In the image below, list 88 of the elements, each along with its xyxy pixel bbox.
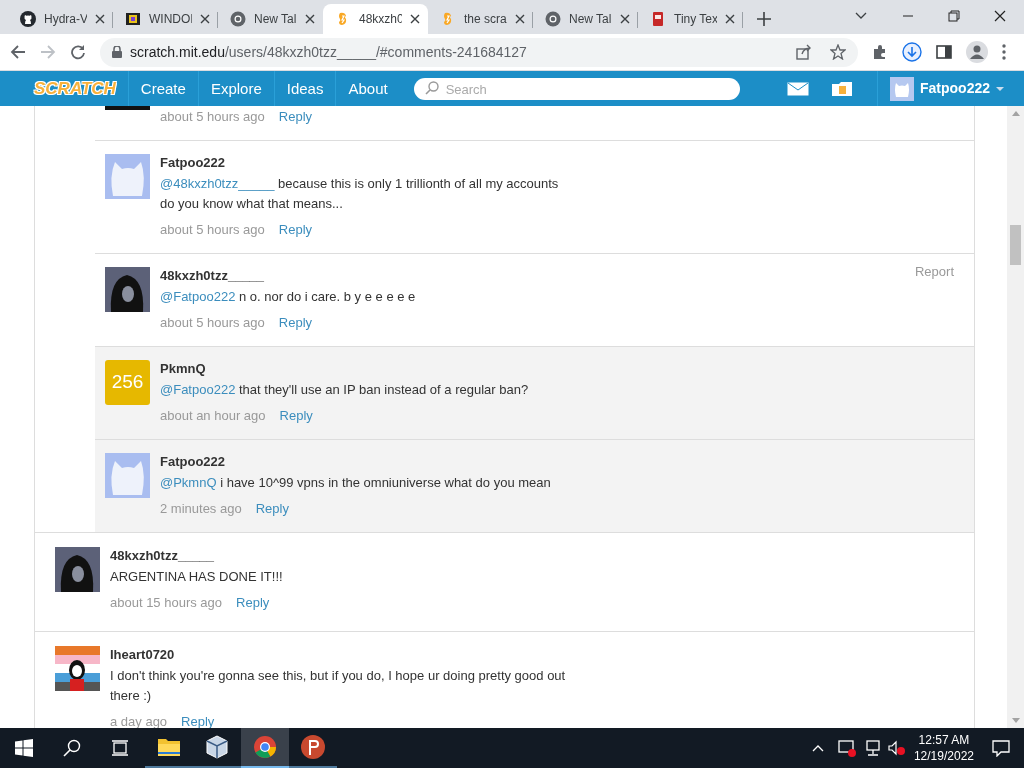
clock-date[interactable]: 12/19/2022	[913, 748, 974, 764]
comment-time: about 5 hours ago	[160, 221, 265, 238]
folder-icon[interactable]	[831, 80, 853, 97]
lock-icon	[112, 46, 122, 58]
comment-author[interactable]: Fatpoo222	[160, 154, 565, 171]
back-icon[interactable]	[10, 44, 26, 60]
url-text: scratch.mit.edu/users/48kxzh0tzz_____/#comments-241684127	[130, 42, 527, 62]
mail-icon[interactable]	[787, 81, 809, 96]
comment-author[interactable]: Fatpoo222	[160, 453, 551, 470]
comment-time: about 5 hours ago	[160, 108, 265, 125]
reply-link[interactable]: Reply	[181, 713, 215, 728]
clock-time[interactable]: 12:57 AM	[918, 732, 970, 748]
comment-text: @PkmnQ i have 10^99 vpns in the omniuniverse what do you mean	[160, 474, 551, 492]
close-icon[interactable]	[95, 14, 105, 24]
restore-icon[interactable]	[948, 10, 960, 22]
reply-link[interactable]: Reply	[255, 500, 289, 517]
mention-link[interactable]: @48kxzh0tzz_____	[160, 176, 275, 191]
sidebar-icon[interactable]	[936, 44, 952, 60]
chrome-icon	[230, 11, 246, 27]
chevron-down-icon[interactable]	[855, 12, 867, 20]
close-icon[interactable]	[994, 10, 1006, 22]
comment-text: @Fatpoo222 that they'll use an IP ban instead of a regular ban?	[160, 381, 529, 399]
close-icon[interactable]	[410, 14, 420, 24]
comment-author[interactable]: 48kxzh0tzz_____	[160, 267, 416, 284]
comment-time: a day ago	[110, 713, 168, 728]
new-tab-icon[interactable]	[757, 12, 771, 26]
chrome-icon	[252, 734, 278, 760]
reply-link[interactable]: Reply	[278, 221, 313, 238]
comment-author[interactable]: PkmnQ	[160, 360, 529, 377]
profile-icon[interactable]	[966, 41, 988, 63]
github-icon	[20, 11, 36, 27]
chevron-up-icon[interactable]	[811, 744, 824, 752]
comment-text: @48kxzh0tzz_____ because this is only 1 trillionth of all my accounts do you know what that means...	[160, 175, 560, 213]
comment-text: @Fatpoo222 n o. nor do i care. b y e e e e e	[160, 288, 416, 306]
share-icon[interactable]	[796, 44, 812, 60]
browser-tab[interactable]: New Tal	[218, 4, 323, 34]
browser-tab[interactable]: the scra	[428, 4, 533, 34]
close-icon[interactable]	[620, 14, 630, 24]
close-icon[interactable]	[305, 14, 315, 24]
search-field[interactable]: Search	[413, 78, 740, 100]
film-icon	[125, 11, 141, 27]
comment-time: 2 minutes ago	[160, 500, 242, 517]
screen-warning-icon[interactable]	[837, 739, 856, 757]
puzzle-icon[interactable]	[872, 44, 888, 60]
report-link[interactable]: Report	[914, 262, 954, 282]
search-icon	[424, 80, 439, 95]
mention-link[interactable]: @PkmnQ	[160, 475, 217, 490]
close-icon[interactable]	[725, 14, 735, 24]
network-icon[interactable]	[863, 740, 882, 756]
avatar-icon[interactable]	[890, 76, 914, 101]
scrollbar-thumb[interactable]	[1010, 225, 1021, 265]
comment-author[interactable]: Iheart0720	[110, 646, 575, 663]
reply-link[interactable]: Reply	[278, 108, 313, 125]
reload-icon[interactable]	[70, 44, 86, 60]
browser-tab[interactable]: WINDOI	[113, 4, 218, 34]
reply-link[interactable]: Reply	[236, 594, 270, 611]
comment-time: about 15 hours ago	[110, 594, 223, 611]
scrollbar[interactable]	[1007, 106, 1024, 728]
username[interactable]: Fatpoo222	[920, 78, 990, 99]
browser-tab[interactable]: Tiny Tex	[638, 4, 743, 34]
chrome-icon	[545, 11, 561, 27]
reply-link[interactable]: Reply	[279, 407, 313, 424]
comment-text: I don't think you're gonna see this, but if you do, I hope ur doing pretty good out there :)	[110, 667, 567, 705]
scratch-logo[interactable]: SCRATCH	[34, 75, 116, 102]
comment-author[interactable]: 48kxzh0tzz_____	[110, 547, 283, 564]
search-icon[interactable]	[63, 739, 81, 757]
reply-link[interactable]: Reply	[278, 314, 313, 331]
windows-icon[interactable]	[15, 739, 33, 757]
close-icon[interactable]	[200, 14, 210, 24]
browser-tab[interactable]: New Tal	[533, 4, 638, 34]
task-view-icon[interactable]	[111, 740, 129, 756]
star-icon[interactable]	[830, 44, 846, 60]
avatar-badge: 256	[105, 360, 150, 405]
mention-link[interactable]: @Fatpoo222	[160, 382, 236, 397]
menu-icon[interactable]	[1002, 44, 1006, 60]
comment-text: ARGENTINA HAS DONE IT!!!	[110, 568, 283, 586]
download-icon[interactable]	[902, 42, 922, 62]
close-icon[interactable]	[515, 14, 525, 24]
p-logo-icon	[300, 734, 326, 760]
comment-time: about an hour ago	[160, 407, 266, 424]
notification-icon[interactable]	[992, 739, 1010, 757]
address-bar[interactable]: scratch.mit.edu/users/48kxzh0tzz_____/#comments-241684127	[100, 37, 858, 67]
comment-time: about 5 hours ago	[160, 314, 265, 331]
mention-link[interactable]: @Fatpoo222	[160, 289, 236, 304]
book-icon	[650, 11, 666, 27]
caret-icon[interactable]	[996, 86, 1004, 91]
muted-speaker-icon[interactable]	[887, 740, 906, 756]
cube-icon	[204, 734, 230, 760]
